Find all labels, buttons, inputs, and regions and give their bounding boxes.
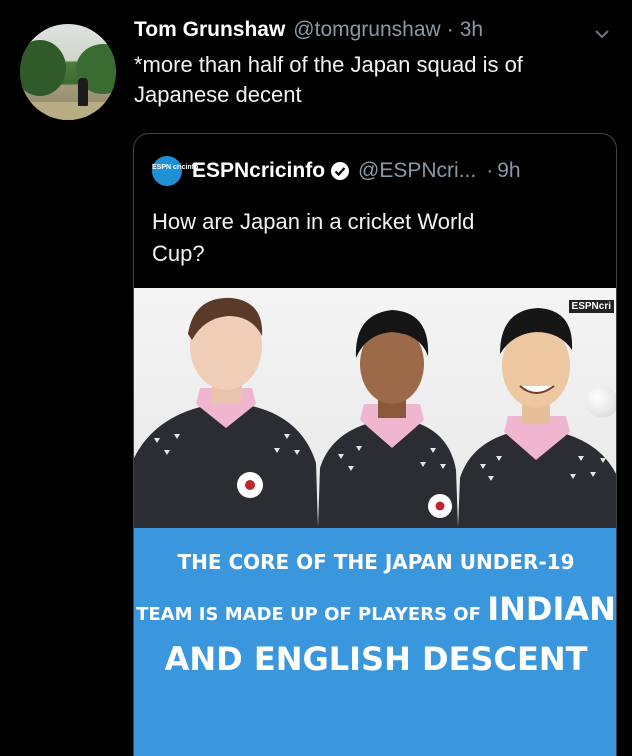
banner-line-3: AND ENGLISH DESCENT	[164, 640, 588, 678]
timestamp[interactable]: 3h	[460, 18, 483, 42]
user-handle[interactable]: @tomgrunshaw	[293, 18, 440, 42]
quoted-media-image[interactable]: ESPNcri THE CORE OF THE JAPAN UNDER-19 T…	[134, 288, 616, 756]
quoted-text-line: How are Japan in a cricket World	[152, 209, 475, 234]
quoted-text-line: Cup?	[152, 241, 205, 266]
verified-badge-icon	[331, 162, 350, 180]
quoted-display-name[interactable]: ESPNcricinfo	[192, 159, 325, 183]
avatar-person	[78, 78, 88, 106]
avatar-path	[20, 102, 116, 120]
banner-line-1: THE CORE OF THE JAPAN UNDER-19	[177, 550, 575, 574]
separator-dot: ·	[446, 18, 454, 41]
tweet-text-line: Japanese decent	[134, 82, 302, 107]
espncricinfo-avatar[interactable]: ESPN cricinfo	[152, 156, 199, 186]
espn-watermark: ESPNcri	[568, 300, 614, 313]
tweet-header: Tom Grunshaw @tomgrunshaw · 3h	[134, 18, 614, 48]
player-left	[134, 297, 318, 528]
caption-banner: THE CORE OF THE JAPAN UNDER-19 TEAM IS M…	[134, 528, 616, 756]
separator-dot: ·	[486, 159, 494, 182]
cricket-ball	[586, 386, 616, 418]
user-avatar[interactable]	[20, 24, 116, 120]
player-middle	[318, 310, 458, 528]
players-illustration	[134, 297, 616, 528]
display-name[interactable]: Tom Grunshaw	[134, 18, 285, 42]
banner-line-2: TEAM IS MADE UP OF PLAYERS OF INDIAN	[134, 590, 616, 628]
banner-line-2-big: INDIAN	[487, 590, 616, 628]
player-right	[458, 308, 616, 528]
banner-line-2-small: TEAM IS MADE UP OF PLAYERS OF	[136, 604, 481, 625]
tweet-text: *more than half of the Japan squad is of…	[134, 50, 614, 110]
tweet-text-line: *more than half of the Japan squad is of	[134, 52, 523, 77]
quoted-handle[interactable]: @ESPNcri...	[358, 159, 476, 183]
avatar-tree	[20, 40, 66, 96]
players-photo: ESPNcri	[134, 288, 616, 528]
quoted-tweet-text: How are Japan in a cricket World Cup?	[152, 206, 572, 270]
quoted-tweet-header: ESPN cricinfo ESPNcricinfo @ESPNcri... ·…	[152, 156, 521, 186]
logo-text: ESPN cricinfo	[152, 164, 199, 171]
quoted-timestamp[interactable]: 9h	[497, 159, 520, 183]
chevron-down-icon[interactable]	[594, 26, 610, 42]
tweet[interactable]: Tom Grunshaw @tomgrunshaw · 3h *more tha…	[134, 18, 614, 110]
quoted-tweet[interactable]: ESPN cricinfo ESPNcricinfo @ESPNcri... ·…	[133, 133, 617, 756]
